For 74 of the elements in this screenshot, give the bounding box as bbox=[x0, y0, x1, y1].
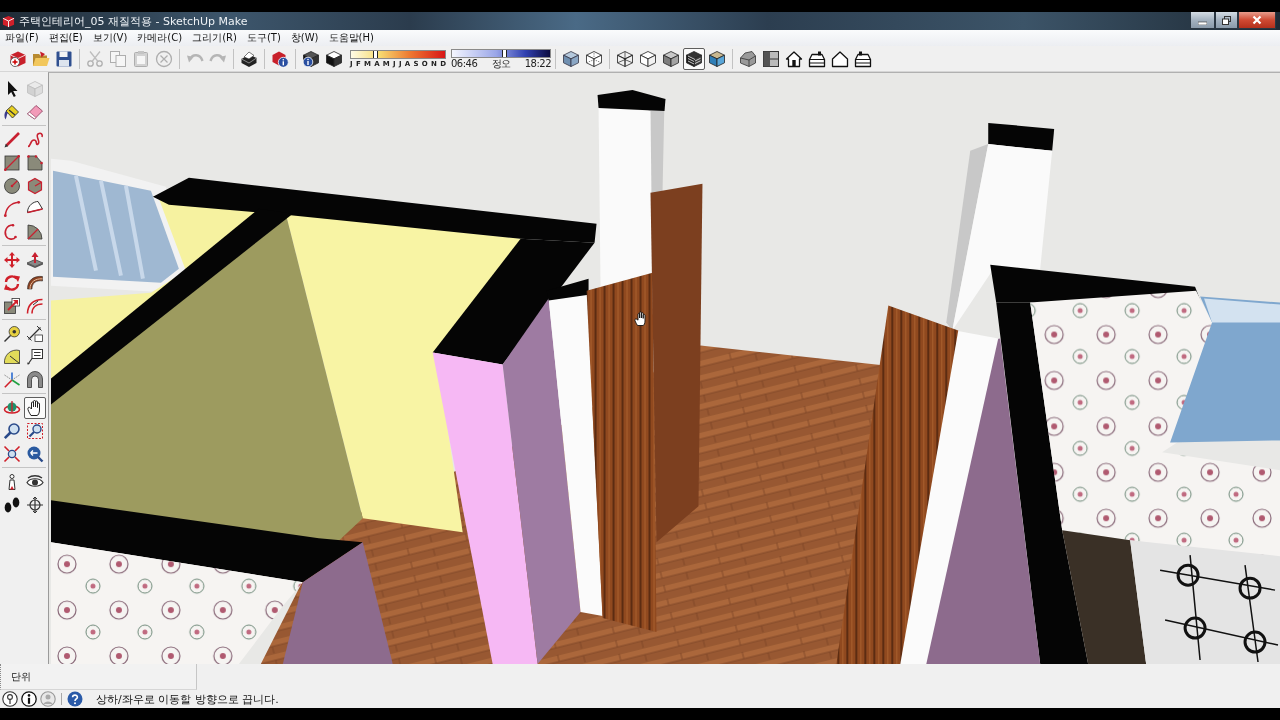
cube-icon[interactable] bbox=[325, 49, 343, 68]
menu-item[interactable]: 파일(F) bbox=[1, 31, 43, 45]
dashed-cube-icon[interactable] bbox=[585, 49, 603, 68]
printer-icon[interactable] bbox=[240, 49, 258, 68]
rotate-arrows-icon[interactable] bbox=[3, 274, 21, 292]
protractor-icon[interactable] bbox=[3, 348, 21, 366]
pin-circle-icon[interactable] bbox=[2, 691, 18, 707]
month-slider[interactable] bbox=[350, 49, 446, 59]
status-hint: 상하/좌우로 이동할 방향으로 끕니다. bbox=[96, 691, 279, 707]
pie-icon[interactable] bbox=[26, 223, 44, 241]
zoom-window-icon[interactable] bbox=[26, 422, 44, 440]
zoom-back-icon[interactable] bbox=[26, 445, 44, 463]
pencil-icon[interactable] bbox=[3, 131, 21, 149]
axes-icon[interactable] bbox=[3, 371, 21, 389]
box-info-icon[interactable] bbox=[271, 49, 289, 68]
paint-bucket-icon[interactable] bbox=[3, 103, 21, 121]
house-outline-icon[interactable] bbox=[831, 49, 849, 68]
eraser-icon[interactable] bbox=[26, 103, 44, 121]
scale-icon[interactable] bbox=[3, 297, 21, 315]
slider-thumb[interactable] bbox=[372, 50, 378, 58]
plain-cube-icon[interactable] bbox=[639, 49, 657, 68]
time-label: 06:46 bbox=[451, 58, 478, 69]
zoom-extents-icon[interactable] bbox=[3, 445, 21, 463]
footprints-icon[interactable] bbox=[3, 496, 21, 514]
shaded-cube-icon[interactable] bbox=[662, 49, 680, 68]
tape-measure-icon[interactable] bbox=[3, 325, 21, 343]
move-arrows-icon[interactable] bbox=[3, 251, 21, 269]
menu-item[interactable]: 보기(V) bbox=[88, 31, 132, 45]
house-chimney-icon[interactable] bbox=[808, 49, 826, 68]
arch-icon[interactable] bbox=[26, 371, 44, 389]
curved-profile-icon[interactable] bbox=[26, 274, 44, 292]
house-chimney-icon[interactable] bbox=[854, 49, 872, 68]
time-slider[interactable] bbox=[451, 48, 551, 58]
restore-button[interactable] bbox=[1215, 12, 1238, 29]
orbit-icon[interactable] bbox=[3, 399, 21, 417]
app-logo-icon bbox=[2, 14, 15, 28]
menu-item[interactable]: 도구(T) bbox=[242, 31, 285, 45]
close-button[interactable] bbox=[1238, 12, 1276, 29]
menu-item[interactable]: 카메라(C) bbox=[133, 31, 187, 45]
tinted-cube-icon[interactable] bbox=[708, 49, 726, 68]
box-plus-icon[interactable] bbox=[9, 49, 27, 68]
squiggle-icon[interactable] bbox=[26, 131, 44, 149]
push-pull-icon[interactable] bbox=[26, 251, 44, 269]
info-icon[interactable] bbox=[21, 691, 37, 707]
arc-icon[interactable] bbox=[3, 200, 21, 218]
house-icon[interactable] bbox=[785, 49, 803, 68]
hand-cursor-icon bbox=[634, 311, 646, 326]
offset-curves-icon[interactable] bbox=[26, 297, 44, 315]
section-plane-icon[interactable] bbox=[26, 496, 44, 514]
magnifier-icon[interactable] bbox=[3, 422, 21, 440]
menu-item[interactable]: 편집(E) bbox=[44, 31, 87, 45]
circle-icon[interactable] bbox=[3, 177, 21, 195]
wireframe-cube-icon[interactable] bbox=[616, 49, 634, 68]
house-block-icon[interactable] bbox=[739, 49, 757, 68]
time-label: 18:22 bbox=[524, 58, 551, 69]
cube-info-icon[interactable] bbox=[302, 49, 320, 68]
restore-icon bbox=[1222, 15, 1231, 25]
rectangle-icon[interactable] bbox=[3, 154, 21, 172]
dimension-icon[interactable] bbox=[26, 325, 44, 343]
translucent-cube-icon[interactable] bbox=[562, 49, 580, 68]
time-label: 정오 bbox=[491, 58, 511, 69]
menu-item[interactable]: 도움말(H) bbox=[324, 31, 378, 45]
measurements-field[interactable]: 단위 bbox=[0, 664, 197, 690]
window-title: 주택인테리어_05 재질적용 - SketchUp Make bbox=[19, 13, 248, 29]
text-callout-icon[interactable] bbox=[26, 348, 44, 366]
polygon-icon[interactable] bbox=[26, 177, 44, 195]
help-icon[interactable] bbox=[67, 691, 83, 707]
close-icon bbox=[1252, 15, 1262, 25]
folder-icon[interactable] bbox=[32, 49, 50, 68]
menu-item[interactable]: 창(W) bbox=[286, 31, 323, 45]
slider-thumb[interactable] bbox=[501, 49, 507, 57]
split-square-icon[interactable] bbox=[762, 49, 780, 68]
menu-item[interactable]: 그리기(R) bbox=[188, 31, 241, 45]
minimize-button[interactable] bbox=[1190, 12, 1215, 29]
